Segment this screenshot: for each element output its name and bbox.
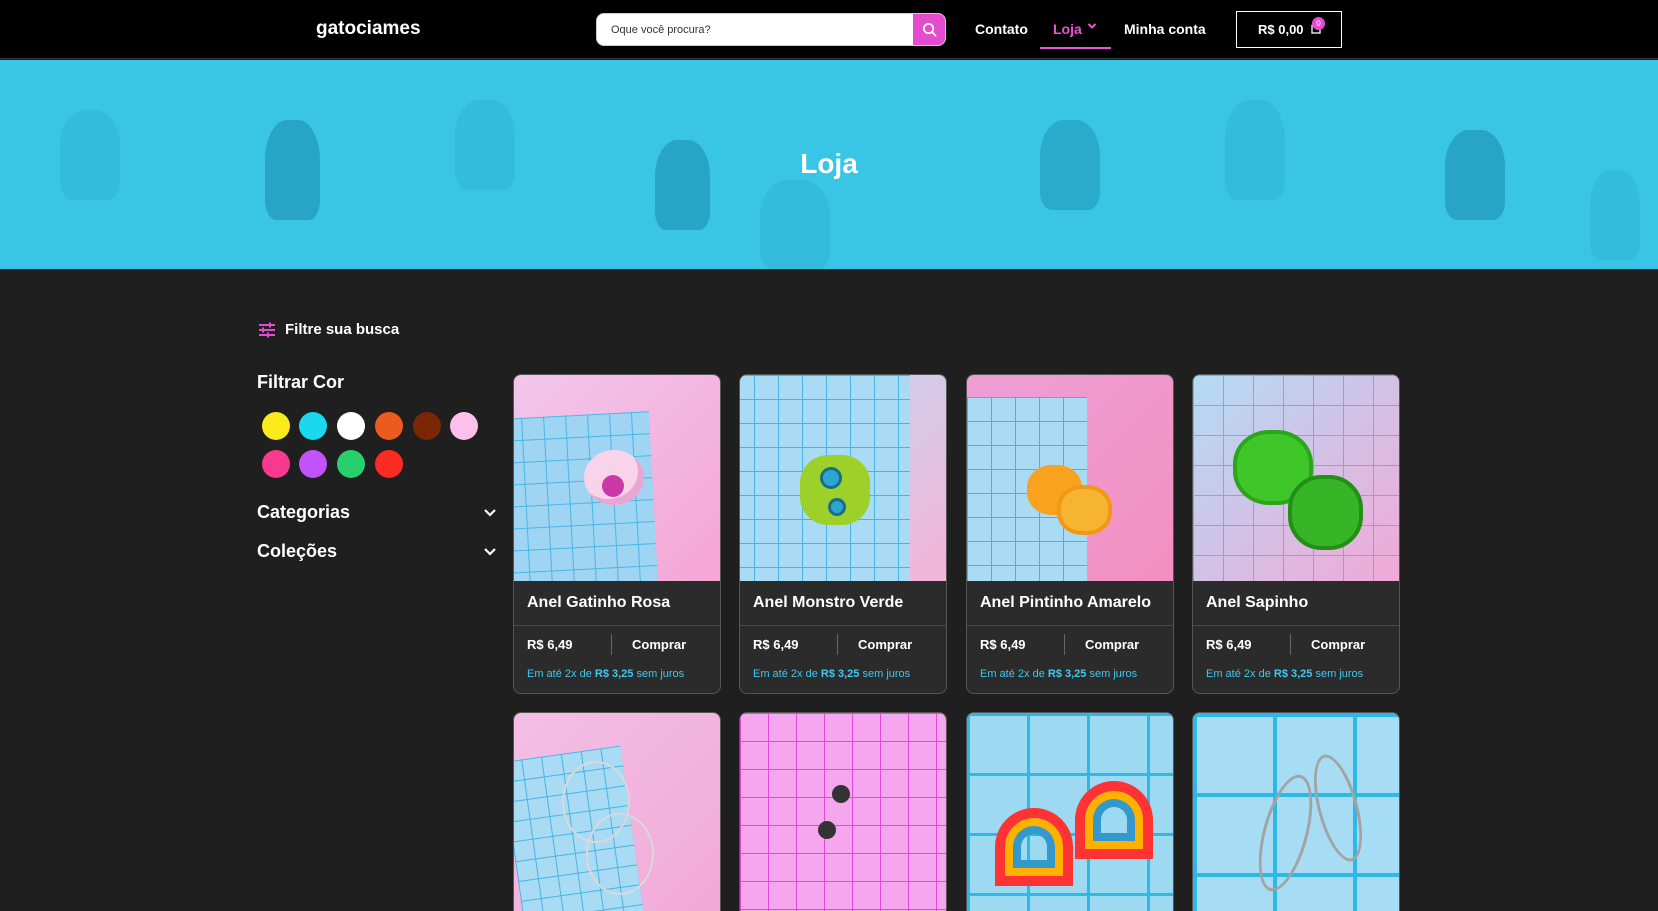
installments-value: R$ 3,25	[594, 668, 634, 680]
site-logo[interactable]: gatociames	[316, 18, 421, 40]
search-bar	[596, 13, 946, 46]
nav-loja[interactable]: Loja	[1053, 21, 1082, 37]
color-swatch[interactable]	[299, 450, 327, 478]
chevron-down-icon	[484, 547, 496, 556]
product-card[interactable]	[1192, 712, 1400, 911]
product-card[interactable]: Anel Sapinho R$ 6,49 Comprar Em até 2x d…	[1192, 374, 1400, 694]
product-name[interactable]: Anel Monstro Verde	[753, 594, 903, 612]
card-divider	[611, 634, 612, 655]
search-input[interactable]	[597, 14, 907, 45]
chevron-down-icon[interactable]	[1087, 22, 1097, 30]
card-divider	[967, 625, 1173, 626]
card-divider	[1064, 634, 1065, 655]
color-swatch[interactable]	[337, 412, 365, 440]
buy-button[interactable]: Comprar	[632, 637, 686, 652]
product-card[interactable]: Anel Monstro Verde R$ 6,49 Comprar Em at…	[739, 374, 947, 694]
sliders-icon	[259, 322, 275, 337]
product-image[interactable]	[967, 713, 1173, 911]
installments-text: Em até 2x de R$ 3,25 sem juros	[753, 668, 910, 680]
color-swatch[interactable]	[299, 412, 327, 440]
installments-suffix: sem juros	[1089, 668, 1138, 680]
buy-button[interactable]: Comprar	[1311, 637, 1365, 652]
product-name[interactable]: Anel Sapinho	[1206, 594, 1308, 612]
product-name[interactable]: Anel Gatinho Rosa	[527, 594, 670, 612]
categories-label: Categorias	[257, 502, 351, 522]
categories-accordion[interactable]: Categorias	[257, 502, 497, 523]
product-image[interactable]	[740, 713, 946, 911]
color-swatch[interactable]	[337, 450, 365, 478]
card-divider	[1193, 625, 1399, 626]
background-cat-pattern	[1590, 170, 1640, 260]
product-card[interactable]	[966, 712, 1174, 911]
page-title: Loja	[800, 148, 858, 179]
installments-prefix: Em até 2x de	[1206, 668, 1271, 680]
product-image[interactable]	[967, 375, 1173, 581]
product-card[interactable]	[739, 712, 947, 911]
installments-value: R$ 3,25	[1047, 668, 1087, 680]
product-image[interactable]	[514, 713, 720, 911]
card-divider	[740, 625, 946, 626]
color-filter-title: Filtrar Cor	[257, 372, 345, 392]
product-image[interactable]	[1193, 375, 1399, 581]
buy-button[interactable]: Comprar	[858, 637, 912, 652]
product-price: R$ 6,49	[980, 637, 1026, 652]
color-swatch[interactable]	[413, 412, 441, 440]
installments-value: R$ 3,25	[820, 668, 860, 680]
cart-count-badge: 0	[1312, 17, 1325, 30]
background-cat-pattern	[760, 180, 830, 269]
card-divider	[837, 634, 838, 655]
installments-suffix: sem juros	[1315, 668, 1364, 680]
installments-prefix: Em até 2x de	[527, 668, 592, 680]
filter-title: Filtre sua busca	[285, 321, 400, 338]
color-swatch[interactable]	[375, 450, 403, 478]
collections-accordion[interactable]: Coleções	[257, 541, 497, 562]
product-image[interactable]	[740, 375, 946, 581]
installments-text: Em até 2x de R$ 3,25 sem juros	[980, 668, 1137, 680]
installments-prefix: Em até 2x de	[980, 668, 1045, 680]
buy-button[interactable]: Comprar	[1085, 637, 1139, 652]
chevron-down-icon	[484, 508, 496, 517]
search-button[interactable]	[913, 14, 945, 45]
nav-contato[interactable]: Contato	[975, 21, 1028, 37]
product-name[interactable]: Anel Pintinho Amarelo	[980, 594, 1151, 612]
product-card[interactable]: Anel Gatinho Rosa R$ 6,49 Comprar Em até…	[513, 374, 721, 694]
product-image[interactable]	[1193, 713, 1399, 911]
installments-value: R$ 3,25	[1273, 668, 1313, 680]
product-card[interactable]	[513, 712, 721, 911]
collections-label: Coleções	[257, 541, 338, 561]
card-divider	[514, 625, 720, 626]
search-icon	[922, 23, 936, 37]
color-swatch[interactable]	[375, 412, 403, 440]
site-header: gatociames Contato Loja Minha conta R$ 0…	[0, 0, 1658, 59]
product-card[interactable]: Anel Pintinho Amarelo R$ 6,49 Comprar Em…	[966, 374, 1174, 694]
card-divider	[1290, 634, 1291, 655]
product-price: R$ 6,49	[753, 637, 799, 652]
installments-suffix: sem juros	[636, 668, 685, 680]
color-swatch[interactable]	[262, 412, 290, 440]
installments-text: Em até 2x de R$ 3,25 sem juros	[527, 668, 684, 680]
hero-banner: Loja	[0, 60, 1658, 269]
cart-total: R$ 0,00	[1258, 22, 1304, 37]
product-image[interactable]	[514, 375, 720, 581]
nav-active-indicator	[1040, 47, 1111, 49]
cart-button[interactable]: R$ 0,00	[1236, 11, 1342, 48]
filter-header: Filtre sua busca	[258, 321, 399, 338]
product-price: R$ 6,49	[527, 637, 573, 652]
nav-minha-conta[interactable]: Minha conta	[1124, 21, 1206, 37]
product-price: R$ 6,49	[1206, 637, 1252, 652]
color-swatch[interactable]	[262, 450, 290, 478]
installments-suffix: sem juros	[862, 668, 911, 680]
color-swatch[interactable]	[450, 412, 478, 440]
installments-text: Em até 2x de R$ 3,25 sem juros	[1206, 668, 1363, 680]
installments-prefix: Em até 2x de	[753, 668, 818, 680]
